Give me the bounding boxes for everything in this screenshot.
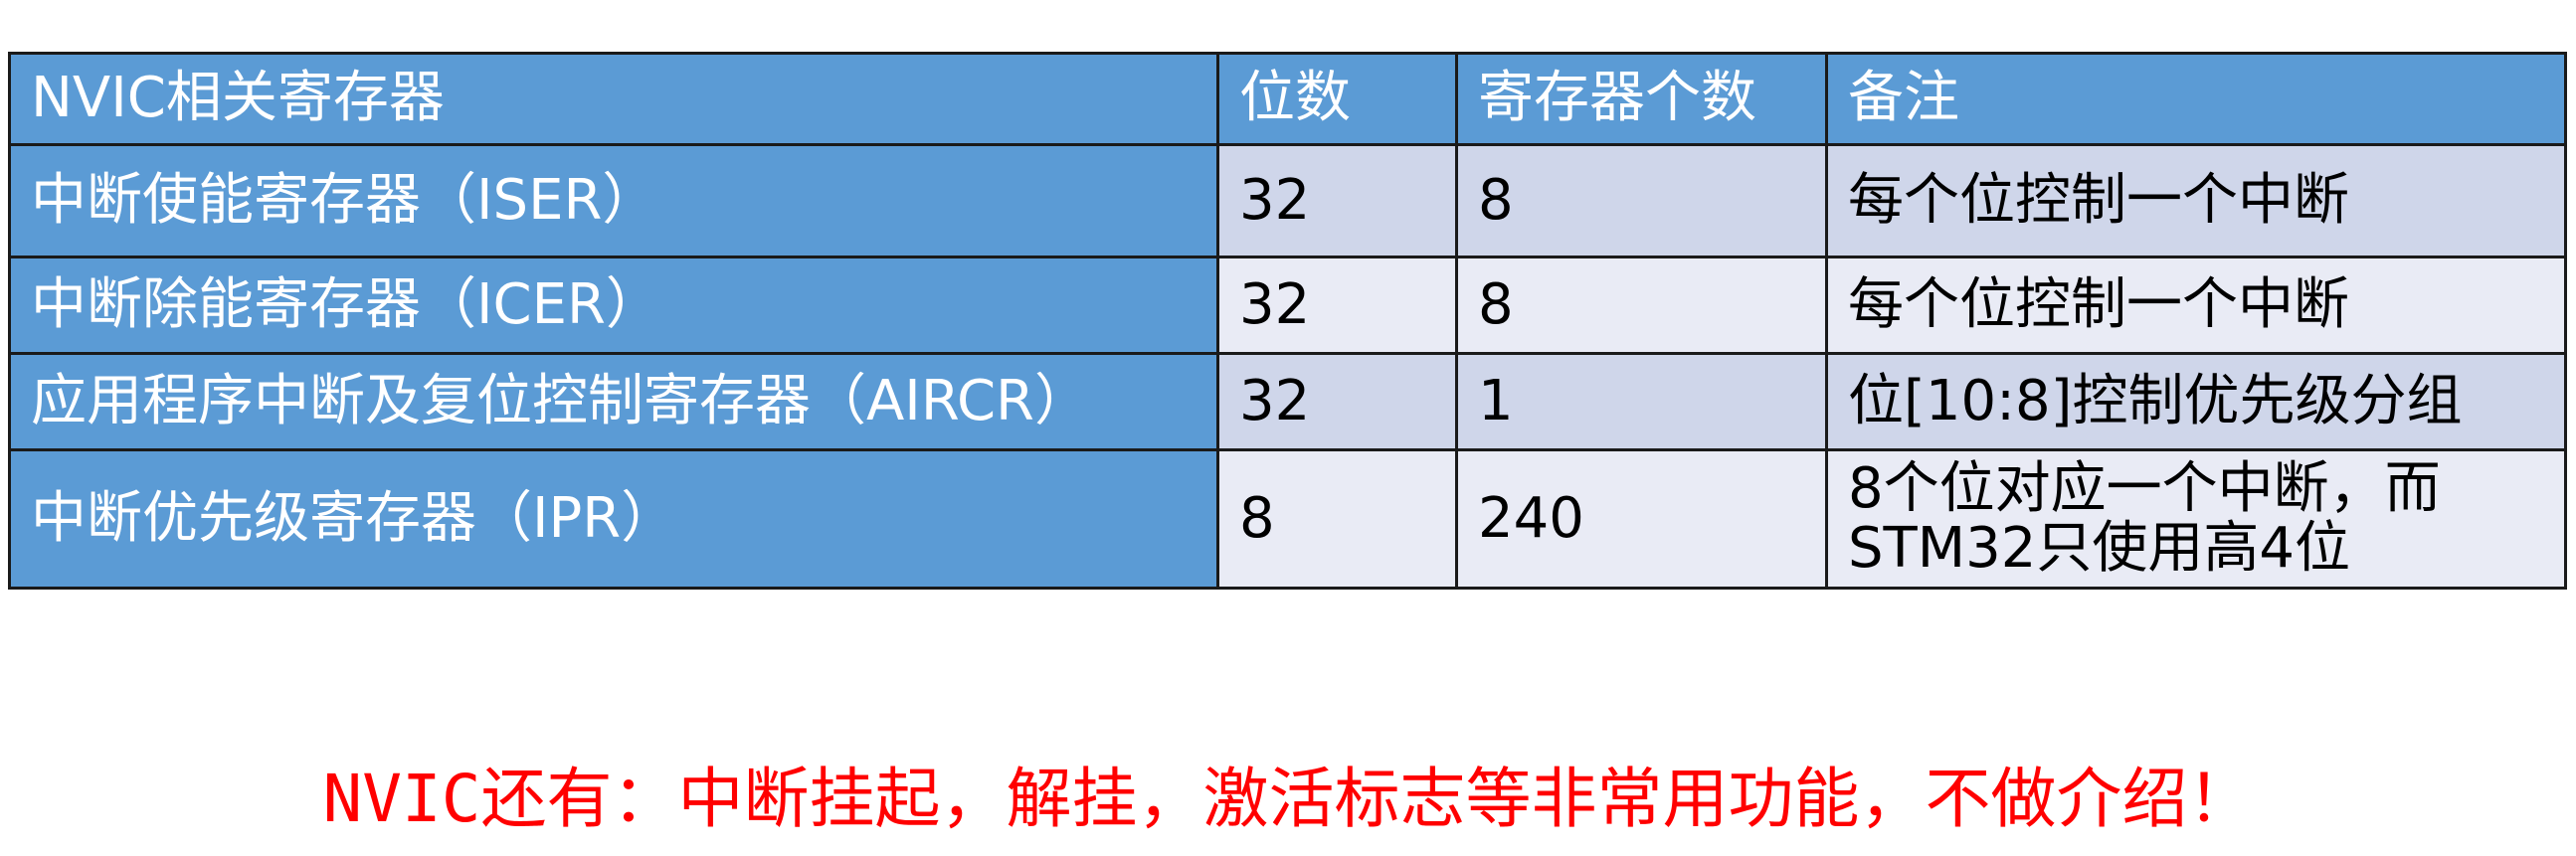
table-row: 中断优先级寄存器（IPR） 8 240 8个位对应一个中断，而 STM32只使用…: [8, 448, 2567, 590]
remark-cell: 8个位对应一个中断，而 STM32只使用高4位: [1825, 448, 2567, 590]
remark-line-1: 8个位对应一个中断，而: [1848, 455, 2441, 521]
table-header-row: NVIC相关寄存器 位数 寄存器个数 备注: [8, 52, 2567, 146]
remark-cell: 位[10:8]控制优先级分组: [1825, 352, 2567, 451]
table-row: 中断除能寄存器（ICER） 32 8 每个位控制一个中断: [8, 256, 2567, 355]
header-count: 寄存器个数: [1455, 52, 1828, 146]
header-remark: 备注: [1825, 52, 2567, 146]
remark-cell: 每个位控制一个中断: [1825, 143, 2567, 258]
table-row: 中断使能寄存器（ISER） 32 8 每个位控制一个中断: [8, 143, 2567, 258]
footer-note: NVIC还有：中断挂起，解挂，激活标志等非常用功能，不做介绍！: [322, 761, 2254, 837]
register-name-cell: 中断优先级寄存器（IPR）: [8, 448, 1219, 590]
header-bits: 位数: [1216, 52, 1458, 146]
bits-cell: 32: [1216, 256, 1458, 355]
table-row: 应用程序中断及复位控制寄存器（AIRCR） 32 1 位[10:8]控制优先级分…: [8, 352, 2567, 451]
bits-cell: 8: [1216, 448, 1458, 590]
nvic-register-table: NVIC相关寄存器 位数 寄存器个数 备注 中断使能寄存器（ISER） 32 8…: [8, 52, 2567, 590]
bits-cell: 32: [1216, 143, 1458, 258]
register-name-cell: 中断除能寄存器（ICER）: [8, 256, 1219, 355]
header-register: NVIC相关寄存器: [8, 52, 1219, 146]
register-name-cell: 应用程序中断及复位控制寄存器（AIRCR）: [8, 352, 1219, 451]
bits-cell: 32: [1216, 352, 1458, 451]
remark-line-2: STM32只使用高4位: [1848, 516, 2350, 581]
register-name-cell: 中断使能寄存器（ISER）: [8, 143, 1219, 258]
count-cell: 1: [1455, 352, 1828, 451]
count-cell: 240: [1455, 448, 1828, 590]
remark-cell: 每个位控制一个中断: [1825, 256, 2567, 355]
count-cell: 8: [1455, 143, 1828, 258]
count-cell: 8: [1455, 256, 1828, 355]
